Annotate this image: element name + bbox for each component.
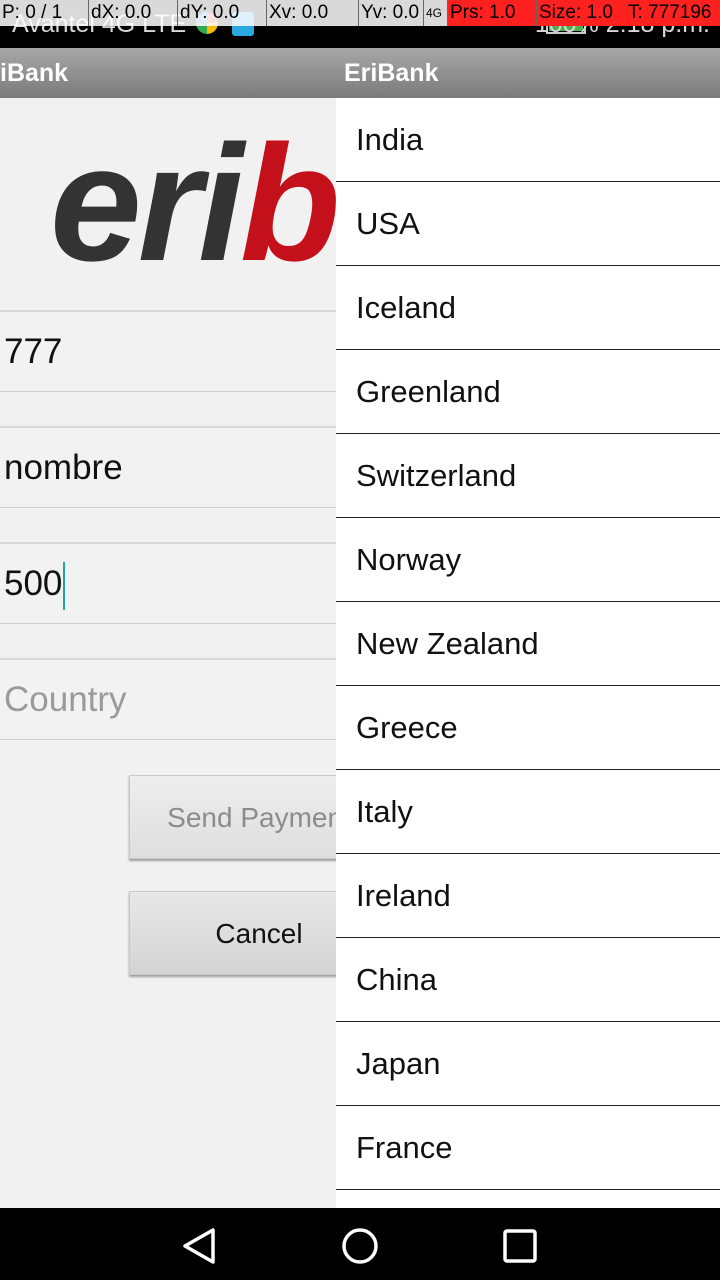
country-item[interactable]: Greece — [336, 686, 720, 770]
send-payment-button[interactable]: Send Payment — [129, 775, 336, 859]
debug-pressure: Prs: 1.0 — [448, 0, 537, 26]
amount-value: 500 — [4, 564, 63, 603]
pointer-debug-overlay: P: 0 / 1 dX: 0.0 dY: 0.0 Xv: 0.0 Yv: 0.0… — [0, 0, 720, 26]
navigation-bar — [0, 1208, 720, 1280]
country-item[interactable]: USA — [336, 182, 720, 266]
country-item[interactable]: Norway — [336, 518, 720, 602]
country-item[interactable]: Japan — [336, 1022, 720, 1106]
debug-yv: Yv: 0.0 — [359, 0, 424, 26]
country-list: India USA Iceland Greenland Switzerland … — [336, 98, 720, 1208]
back-icon[interactable] — [180, 1226, 220, 1266]
right-app-title: EriBank — [344, 59, 439, 87]
amount-field[interactable]: 500 — [0, 542, 336, 624]
debug-xv: Xv: 0.0 — [267, 0, 359, 26]
status-bar: Avantel 4G LTE 100% 2:18 p.m. P: 0 / 1 d… — [0, 0, 720, 48]
country-item[interactable]: France — [336, 1106, 720, 1190]
right-app-bar: EriBank — [336, 48, 720, 98]
debug-time: T: 777196 — [626, 0, 720, 26]
debug-dy: dY: 0.0 — [178, 0, 267, 26]
name-value: nombre — [4, 448, 123, 487]
home-icon[interactable] — [340, 1226, 380, 1266]
name-field[interactable]: nombre — [0, 426, 336, 508]
text-caret — [63, 561, 66, 610]
country-item[interactable]: Greenland — [336, 350, 720, 434]
left-app-title: iBank — [0, 59, 69, 87]
left-app-bar: iBank — [0, 48, 336, 98]
recents-icon[interactable] — [500, 1226, 540, 1266]
logo-text-red: b — [239, 111, 336, 295]
country-item[interactable]: India — [336, 98, 720, 182]
payment-form: erib 777 nombre 500 Country Send Payment… — [0, 98, 336, 1208]
debug-dx: dX: 0.0 — [89, 0, 178, 26]
country-item[interactable]: Italy — [336, 770, 720, 854]
debug-pointer: P: 0 / 1 — [0, 0, 89, 26]
country-placeholder: Country — [4, 680, 127, 719]
country-field[interactable]: Country — [0, 658, 336, 740]
debug-network: 4G — [424, 0, 448, 26]
country-item[interactable]: China — [336, 938, 720, 1022]
account-field[interactable]: 777 — [0, 310, 336, 392]
cancel-button[interactable]: Cancel — [129, 891, 336, 975]
account-value: 777 — [4, 332, 63, 371]
country-item[interactable]: Ireland — [336, 854, 720, 938]
country-item[interactable]: Switzerland — [336, 434, 720, 518]
eribank-logo: erib — [50, 118, 336, 288]
debug-size: Size: 1.0 — [537, 0, 626, 26]
country-item[interactable]: Iceland — [336, 266, 720, 350]
logo-text-dark: eri — [50, 111, 244, 295]
country-item[interactable]: New Zealand — [336, 602, 720, 686]
